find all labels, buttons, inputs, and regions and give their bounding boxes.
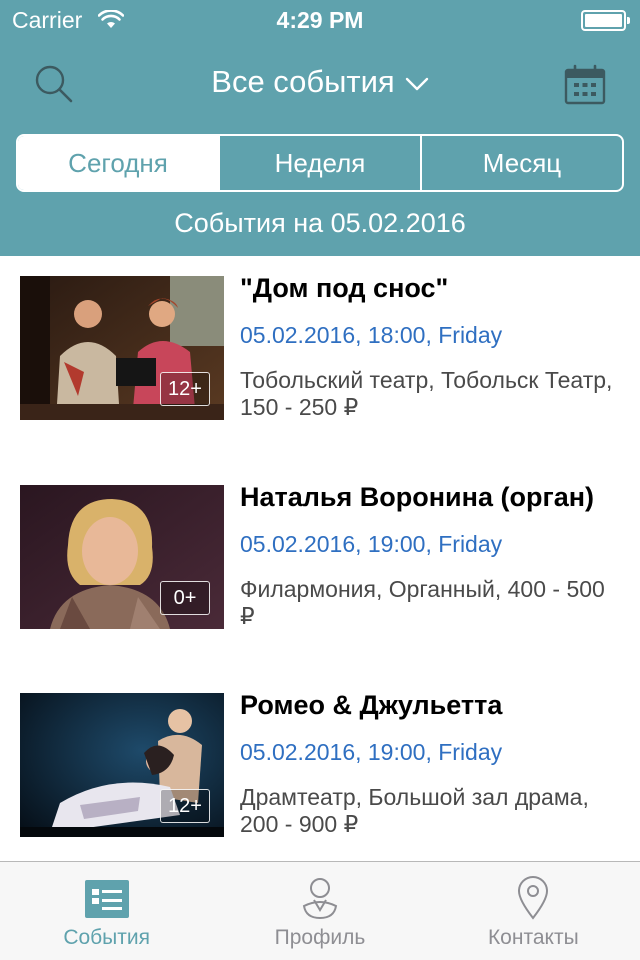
period-segmented-control: Сегодня Неделя Месяц	[16, 134, 624, 192]
event-place: Драмтеатр, Большой зал драма, 200 - 900 …	[240, 784, 589, 837]
event-place: Тобольский театр, Тобольск Театр, 150 - …	[240, 367, 613, 420]
tab-label: События	[63, 926, 150, 949]
events-filter-dropdown[interactable]: Все события	[0, 64, 640, 100]
segment-month[interactable]: Месяц	[420, 136, 622, 190]
tab-label: Контакты	[487, 926, 579, 949]
event-datetime: 05.02.2016, 18:00, Friday	[240, 322, 503, 348]
profile-icon	[300, 876, 340, 925]
event-title: Наталья Воронина (орган)	[240, 482, 595, 512]
tab-profile[interactable]: Профиль	[213, 862, 426, 960]
event-title: Ромео & Джульетта	[240, 690, 503, 720]
event-title: "Дом под снос"	[240, 273, 449, 303]
segment-week[interactable]: Неделя	[218, 136, 420, 190]
event-item[interactable]: 12+ Ромео & Джульетта 05.02.2016, 19:00,…	[0, 673, 640, 861]
status-bar: Carrier 4:29 PM	[0, 0, 640, 40]
tab-contacts[interactable]: Контакты	[427, 862, 640, 960]
age-rating-badge: 12+	[160, 372, 210, 406]
tab-events[interactable]: События	[0, 862, 213, 960]
age-rating-badge: 0+	[160, 581, 210, 615]
tab-bar: События Профиль Контакты	[0, 861, 640, 960]
age-rating-badge: 12+	[160, 789, 210, 823]
list-icon	[84, 880, 129, 923]
event-datetime: 05.02.2016, 19:00, Friday	[240, 739, 503, 765]
event-datetime: 05.02.2016, 19:00, Friday	[240, 531, 503, 557]
header: Carrier 4:29 PM Все события Сегодня Неде…	[0, 0, 640, 256]
chevron-down-icon	[405, 63, 429, 99]
date-caption: События на 05.02.2016	[174, 208, 466, 238]
event-thumbnail: 0+	[20, 485, 224, 629]
event-thumbnail: 12+	[20, 276, 224, 420]
tab-label: Профиль	[274, 926, 366, 949]
location-pin-icon	[517, 876, 549, 925]
event-item[interactable]: 12+ "Дом под снос" 05.02.2016, 18:00, Fr…	[0, 256, 640, 456]
event-place: Филармония, Органный, 400 - 500 ₽	[240, 576, 605, 629]
calendar-icon[interactable]	[563, 64, 607, 106]
segment-today[interactable]: Сегодня	[18, 136, 218, 190]
battery-icon	[581, 10, 630, 31]
events-list: 12+ "Дом под снос" 05.02.2016, 18:00, Fr…	[0, 256, 640, 861]
event-thumbnail: 12+	[20, 693, 224, 837]
event-item[interactable]: 0+ Наталья Воронина (орган) 05.02.2016, …	[0, 465, 640, 665]
status-time: 4:29 PM	[276, 7, 364, 33]
nav-title-label: Все события	[211, 64, 395, 99]
